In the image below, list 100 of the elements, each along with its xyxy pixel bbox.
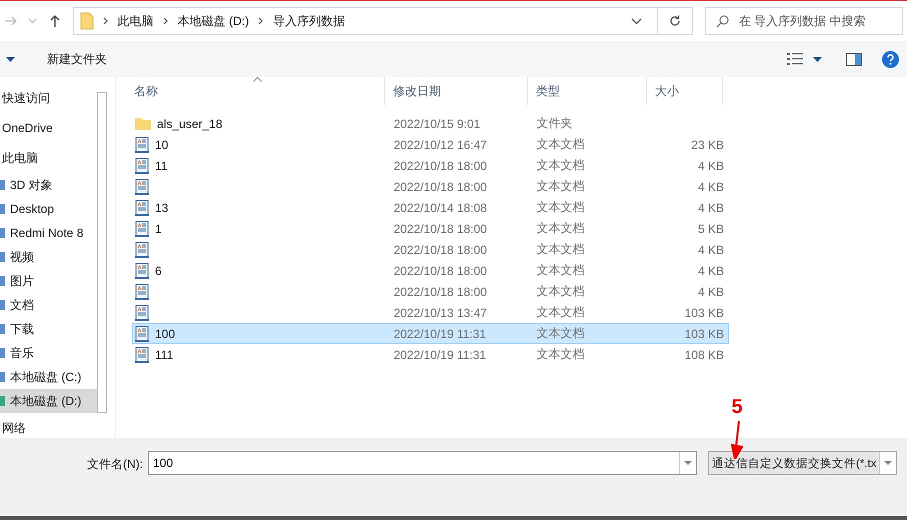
text-file-icon — [135, 220, 149, 236]
table-cell-text: 文本文档 — [535, 220, 586, 237]
table-cell-text: 文件夹 — [535, 115, 574, 132]
nav-item[interactable]: 下载 — [0, 317, 97, 341]
text-file-icon — [135, 262, 149, 278]
table-cell-text: 文本文档 — [535, 262, 586, 279]
view-options-icon[interactable] — [787, 53, 803, 65]
sort-caret-icon — [253, 77, 262, 82]
chevron-right-icon — [258, 17, 264, 25]
chevron-down-icon[interactable] — [630, 18, 642, 24]
annotation-arrow — [731, 421, 743, 459]
file-row[interactable]: 100 2022/10/19 11:31 文本文档 103 KB — [132, 323, 729, 344]
table-cell-text: 文本文档 — [535, 304, 586, 321]
table-cell-text: 2022/10/14 18:08 — [392, 200, 488, 214]
refresh-icon — [668, 15, 681, 27]
table-cell-text: 文本文档 — [535, 157, 586, 174]
table-cell-text: 2022/10/18 18:00 — [392, 158, 488, 172]
table-cell-text: 2022/10/15 9:01 — [392, 116, 482, 130]
nav-item[interactable]: 音乐 — [0, 341, 97, 365]
file-name: 6 — [155, 264, 162, 278]
annotation-number: 5 — [731, 396, 743, 419]
file-row[interactable]: 2022/10/13 13:47 文本文档 103 KB — [132, 302, 729, 323]
text-file-icon — [135, 200, 149, 216]
nav-item[interactable]: 文档 — [0, 293, 97, 317]
file-row[interactable]: 1 2022/10/18 18:00 文本文档 5 KB — [132, 218, 729, 239]
caret-icon[interactable] — [6, 56, 15, 62]
table-cell-text: 2022/10/12 16:47 — [392, 138, 488, 152]
column-header[interactable]: 大小 — [647, 77, 723, 105]
preview-pane-icon[interactable] — [846, 52, 862, 66]
table-cell-text: 文本文档 — [535, 283, 586, 300]
nav-item[interactable]: Redmi Note 8 — [0, 221, 97, 245]
file-row[interactable]: 11 2022/10/18 18:00 文本文档 4 KB — [132, 155, 729, 176]
filename-label: 文件名(N): — [87, 456, 143, 473]
file-row[interactable]: 2022/10/18 18:00 文本文档 4 KB — [132, 281, 729, 302]
text-file-icon — [135, 178, 149, 194]
table-cell: 5 KB — [698, 222, 724, 236]
table-cell: 4 KB — [698, 158, 724, 172]
search-box[interactable]: 在 导入序列数据 中搜索 — [704, 7, 904, 35]
file-row[interactable]: 2022/10/18 18:00 文本文档 4 KB — [132, 176, 729, 197]
table-cell-text: 2022/10/18 18:00 — [392, 242, 488, 256]
file-name: 111 — [155, 348, 174, 362]
file-row[interactable]: 2022/10/18 18:00 文本文档 4 KB — [132, 239, 729, 260]
breadcrumb[interactable]: 此电脑 — [118, 12, 154, 30]
nav-item[interactable]: 本地磁盘 (C:) — [0, 365, 97, 389]
table-cell: 23 KB — [691, 138, 724, 152]
table-cell-text: 文本文档 — [535, 199, 586, 216]
column-header[interactable]: 类型 — [528, 77, 647, 105]
table-cell-text: 2022/10/18 18:00 — [392, 264, 488, 278]
file-row[interactable]: als_user_18 2022/10/15 9:01 文件夹 — [132, 113, 729, 134]
nav-item[interactable]: Desktop — [0, 197, 97, 221]
nav-item[interactable]: 网络 — [0, 413, 97, 438]
file-type-dropdown[interactable]: 通达信自定义数据交换文件(*.tx — [708, 451, 897, 475]
file-name: 13 — [155, 200, 168, 214]
scrollbar[interactable] — [97, 92, 107, 413]
text-file-icon — [135, 136, 149, 152]
column-header[interactable]: 名称 — [126, 77, 385, 105]
search-icon — [716, 14, 729, 28]
table-cell: 4 KB — [698, 242, 724, 256]
nav-item[interactable]: 视频 — [0, 245, 97, 269]
table-cell: 4 KB — [698, 284, 724, 298]
breadcrumb[interactable]: 本地磁盘 (D:) — [178, 12, 249, 30]
file-name: 1 — [155, 222, 162, 236]
breadcrumb[interactable]: 导入序列数据 — [273, 12, 345, 30]
table-cell-text: 2022/10/18 18:00 — [392, 180, 488, 194]
table-cell-text: 2022/10/18 18:00 — [392, 222, 488, 236]
text-file-icon — [135, 346, 149, 362]
file-row[interactable]: 111 2022/10/19 11:31 文本文档 108 KB — [132, 344, 729, 365]
new-folder-button[interactable]: 新建文件夹 — [45, 48, 109, 70]
address-bar[interactable]: 此电脑 本地磁盘 (D:) 导入序列数据 — [72, 7, 693, 35]
table-cell: 108 KB — [684, 348, 724, 362]
table-cell: 103 KB — [684, 306, 724, 320]
file-row[interactable]: 6 2022/10/18 18:00 文本文档 4 KB — [132, 260, 729, 281]
text-file-icon — [135, 304, 149, 320]
file-row[interactable]: 10 2022/10/12 16:47 文本文档 23 KB — [132, 134, 729, 155]
table-cell-text: 2022/10/19 11:31 — [392, 326, 488, 340]
table-cell-text: 文本文档 — [535, 325, 586, 342]
chevron-right-icon — [102, 17, 109, 25]
caret-icon — [684, 461, 692, 465]
nav-item[interactable]: 图片 — [0, 269, 97, 293]
nav-item[interactable]: 本地磁盘 (D:) — [0, 389, 97, 413]
help-icon[interactable] — [882, 50, 899, 68]
caret-icon — [884, 461, 892, 465]
search-field[interactable]: 在 导入序列数据 中搜索 — [736, 13, 901, 29]
nav-item[interactable]: OneDrive — [0, 113, 97, 143]
nav-item[interactable]: 3D 对象 — [0, 173, 97, 197]
text-file-icon — [135, 326, 149, 342]
table-cell: 103 KB — [684, 326, 724, 340]
chevron-right-icon — [162, 17, 169, 25]
table-cell-text: 文本文档 — [535, 241, 586, 258]
table-cell-text: 文本文档 — [535, 346, 586, 363]
text-file-icon — [135, 242, 149, 258]
up-arrow-icon[interactable] — [48, 14, 61, 28]
nav-item[interactable]: 此电脑 — [0, 143, 97, 173]
file-row[interactable]: 13 2022/10/14 18:08 文本文档 4 KB — [132, 197, 729, 218]
caret-icon[interactable] — [813, 56, 822, 62]
nav-item[interactable]: 快速访问 — [0, 83, 97, 113]
table-cell: 4 KB — [698, 264, 724, 278]
file-name: 10 — [155, 138, 168, 152]
column-header[interactable]: 修改日期 — [385, 77, 528, 105]
table-cell-text: 文本文档 — [535, 178, 586, 195]
